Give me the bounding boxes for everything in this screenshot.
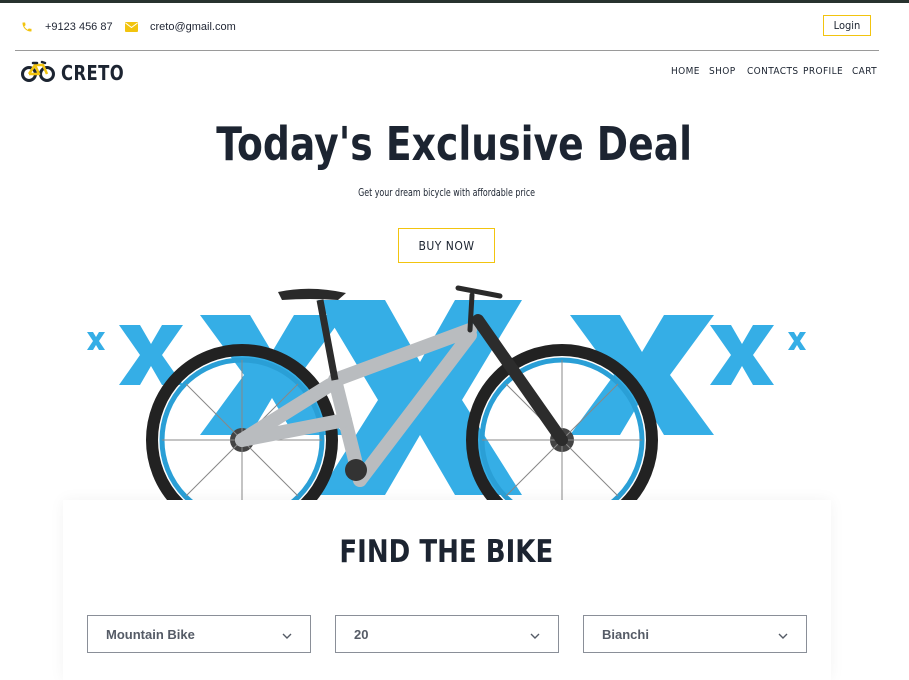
chevron-down-icon <box>282 627 292 642</box>
hero-subtitle: Get your dream bicycle with affordable p… <box>358 186 535 199</box>
brand-value: Bianchi <box>602 626 649 642</box>
brand-name: CRETO <box>61 61 125 85</box>
find-bike-title: FIND THE BIKE <box>339 534 554 570</box>
top-accent-bar <box>0 0 909 3</box>
brand-select[interactable]: Bianchi <box>583 615 807 653</box>
chevron-down-icon <box>778 627 788 642</box>
hero-title: Today's Exclusive Deal <box>216 117 693 171</box>
email-address: creto@gmail.com <box>150 21 236 33</box>
chevron-down-icon <box>530 627 540 642</box>
nav-profile[interactable]: PROFILE <box>803 66 843 80</box>
login-button[interactable]: Login <box>823 15 871 36</box>
nav-contacts[interactable]: CONTACTS <box>747 66 798 80</box>
bike-type-select[interactable]: Mountain Bike <box>87 615 311 653</box>
nav-shop[interactable]: SHOP <box>709 66 736 80</box>
wheel-size-select[interactable]: 20 <box>335 615 559 653</box>
envelope-icon <box>125 22 138 32</box>
decorative-x-shapes <box>87 300 806 495</box>
phone-icon <box>21 21 33 33</box>
header-divider <box>15 50 879 51</box>
nav-home[interactable]: HOME <box>671 66 700 80</box>
buy-now-button[interactable]: BUY NOW <box>398 228 495 263</box>
email-contact[interactable]: creto@gmail.com <box>125 19 236 35</box>
wheel-size-value: 20 <box>354 626 369 642</box>
find-bike-panel <box>63 500 831 680</box>
phone-contact[interactable]: +9123 456 87 <box>21 19 113 35</box>
phone-number: +9123 456 87 <box>45 21 113 33</box>
brand-logo[interactable]: CRETO <box>21 60 138 86</box>
hero-bike-image <box>87 285 806 510</box>
bicycle-logo-icon <box>21 60 55 87</box>
bike-type-value: Mountain Bike <box>106 626 195 642</box>
nav-cart[interactable]: CART <box>852 66 877 80</box>
